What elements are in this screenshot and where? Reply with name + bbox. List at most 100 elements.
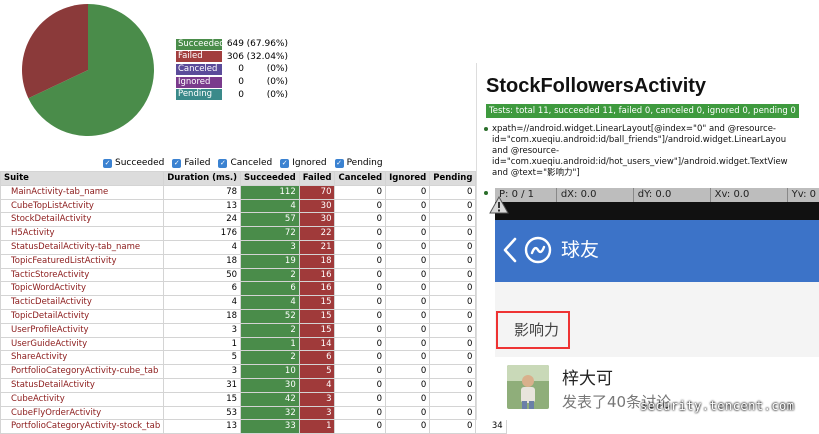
column-header[interactable]: Ignored <box>385 171 431 186</box>
user-name: 梓大可 <box>562 369 613 389</box>
column-header[interactable]: Suite <box>0 171 165 186</box>
succeeded-cell: 2 <box>240 350 300 366</box>
legend-count: 649 <box>226 39 244 50</box>
table-row[interactable]: TopicFeaturedListActivity18191800037 <box>0 253 507 269</box>
checkbox-icon[interactable]: ✓ <box>218 158 228 168</box>
table-row[interactable]: CubeActivity1542300045 <box>0 391 507 407</box>
filter-canceled[interactable]: ✓ Canceled <box>218 158 272 168</box>
filter-ignored[interactable]: ✓ Ignored <box>280 158 327 168</box>
suite-name-link[interactable]: ShareActivity <box>0 350 165 366</box>
tab-influence[interactable]: 影响力 <box>496 311 570 349</box>
suite-name-link[interactable]: UserGuideActivity <box>0 336 165 352</box>
back-arrow-icon[interactable] <box>502 237 518 263</box>
table-cell: 0 <box>334 281 387 297</box>
legend-item-ignored: Ignored 0 (0%) <box>176 76 288 89</box>
legend-percent: (0%) <box>266 77 288 88</box>
warning-icon <box>489 196 509 214</box>
legend-label: Canceled <box>176 63 222 75</box>
table-row[interactable]: PortfolioCategoryActivity-stock_tab 13 33 1… <box>0 419 507 434</box>
suite-name-link[interactable]: CubeActivity <box>0 391 165 407</box>
table-row[interactable]: MainActivity-tab_name7811270000182 <box>0 184 507 200</box>
phone-status-bar <box>495 202 819 220</box>
table-body: MainActivity-tab_name7811270000182CubeTo… <box>0 184 507 434</box>
suite-name-link[interactable]: TopicWordActivity <box>0 281 165 297</box>
failed-cell: 3 <box>298 391 336 407</box>
checkbox-icon[interactable]: ✓ <box>172 158 182 168</box>
suite-name-link[interactable]: TopicFeaturedListActivity <box>0 253 165 269</box>
table-row[interactable]: TacticDetailActivity441500019 <box>0 295 507 310</box>
table-cell: 0 <box>334 391 387 407</box>
table-row[interactable]: TopicWordActivity661600022 <box>0 281 507 297</box>
succeeded-cell: 4 <box>240 295 300 310</box>
table-row[interactable]: CubeTopListActivity1343000034 <box>0 198 507 214</box>
succeeded-cell: 6 <box>240 281 300 297</box>
table-cell: 0 <box>385 308 431 324</box>
suite-table: Suite Duration (ms.) Succeeded Failed Cancel… <box>0 171 507 434</box>
table-cell: 0 <box>429 419 477 434</box>
checkbox-icon[interactable]: ✓ <box>280 158 290 168</box>
table-row[interactable]: StockDetailActivity24573000087 <box>0 212 507 228</box>
table-cell: 0 <box>334 184 387 200</box>
table-cell: 0 <box>334 308 387 324</box>
table-row[interactable]: UserGuideActivity111400015 <box>0 336 507 352</box>
legend-item-canceled: Canceled 0 (0%) <box>176 63 288 76</box>
table-row[interactable]: H5Activity176722200094 <box>0 226 507 241</box>
suite-name-link[interactable]: H5Activity <box>0 226 165 241</box>
table-cell: 0 <box>385 350 431 366</box>
legend-count: 306 <box>226 51 244 62</box>
table-row[interactable]: CubeFlyOrderActivity5332300035 <box>0 405 507 421</box>
column-header[interactable]: Duration (ms.) <box>163 171 242 186</box>
table-row[interactable]: StatusDetailActivity3130400034 <box>0 377 507 393</box>
failed-cell: 30 <box>298 198 336 214</box>
suite-name-link[interactable]: TacticStoreActivity <box>0 267 165 283</box>
table-cell: 0 <box>334 295 387 310</box>
checkbox-icon[interactable]: ✓ <box>334 158 344 168</box>
table-cell: 0 <box>334 419 387 434</box>
table-cell: 0 <box>385 419 431 434</box>
table-row[interactable]: ShareActivity5260008 <box>0 350 507 366</box>
filter-succeeded[interactable]: ✓ Succeeded <box>103 158 164 168</box>
table-cell: 1 <box>163 336 242 352</box>
column-header[interactable]: Succeeded <box>240 171 300 186</box>
suite-name-link[interactable]: StatusDetailActivity <box>0 377 165 393</box>
filter-label: Succeeded <box>115 158 165 168</box>
table-row[interactable]: UserProfileActivity321500017 <box>0 322 507 338</box>
filter-pending[interactable]: ✓ Pending <box>334 158 383 168</box>
table-cell: 0 <box>429 391 477 407</box>
suite-name-link[interactable]: CubeFlyOrderActivity <box>0 405 165 421</box>
coord-dx: dX: 0.0 <box>557 188 634 202</box>
xpath-line: id="com.xueqiu.android:id/hot_users_view… <box>492 157 788 167</box>
tab-area: 影响力 <box>495 282 819 357</box>
suite-name-link[interactable]: MainActivity-tab_name <box>0 184 165 200</box>
table-row[interactable]: PortfolioCategoryActivity-cube_tab 3 10 5 0 0… <box>0 364 507 379</box>
xpath-text: xpath=//android.widget.LinearLayout[@ind… <box>484 124 819 179</box>
suite-name-link[interactable]: UserProfileActivity <box>0 322 165 338</box>
suite-name-link[interactable]: CubeTopListActivity <box>0 198 165 214</box>
table-row[interactable]: TopicDetailActivity18521500067 <box>0 308 507 324</box>
table-cell: 4 <box>163 295 242 310</box>
suite-name-link[interactable]: StockDetailActivity <box>0 212 165 228</box>
suite-name-link[interactable]: PortfolioCategoryActivity-cube_tab <box>0 364 165 379</box>
status-filters: ✓ Succeeded ✓ Failed ✓ Canceled ✓ Ignored ✓ Pendi… <box>103 158 383 168</box>
table-cell: 4 <box>163 239 242 255</box>
table-cell: 0 <box>334 322 387 338</box>
table-cell: 0 <box>334 405 387 421</box>
table-row[interactable]: StatusDetailActivity-tab_name432100024 <box>0 239 507 255</box>
failed-cell: 15 <box>298 322 336 338</box>
column-header[interactable]: Canceled <box>334 171 387 186</box>
suite-name-link[interactable]: TopicDetailActivity <box>0 308 165 324</box>
checkbox-icon[interactable]: ✓ <box>103 158 112 168</box>
table-cell: 3 <box>163 364 242 379</box>
suite-name-link[interactable]: PortfolioCategoryActivity-stock_tab <box>0 419 165 434</box>
xpath-line: xpath=//android.widget.LinearLayout[@ind… <box>492 124 776 134</box>
column-header[interactable]: Pending <box>429 171 477 186</box>
suite-name-link[interactable]: StatusDetailActivity-tab_name <box>0 239 165 255</box>
suite-name-link[interactable]: TacticDetailActivity <box>0 295 165 310</box>
table-row[interactable]: TacticStoreActivity5021600018 <box>0 267 507 283</box>
succeeded-cell: 10 <box>240 364 300 379</box>
filter-failed[interactable]: ✓ Failed <box>172 158 210 168</box>
table-cell: 13 <box>163 198 242 214</box>
table-cell: 5 <box>163 350 242 366</box>
column-header[interactable]: Failed <box>298 171 336 186</box>
table-cell: 0 <box>429 295 477 310</box>
